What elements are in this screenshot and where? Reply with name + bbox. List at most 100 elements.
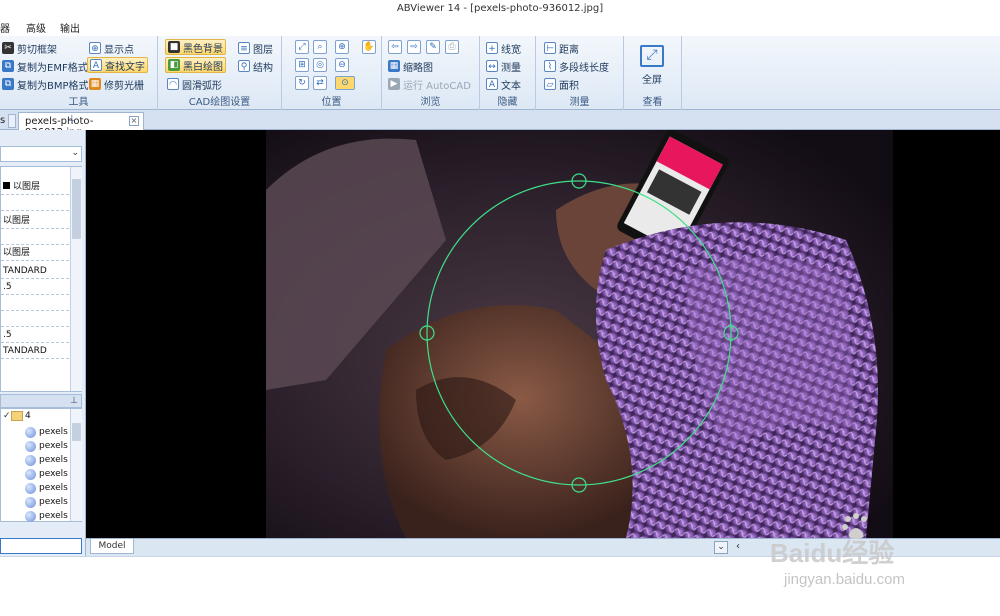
tree-item[interactable]: pexels bbox=[25, 467, 68, 481]
clip-frame-button[interactable]: ✂ 剪切框架 bbox=[2, 40, 57, 56]
tree-item[interactable]: pexels bbox=[25, 509, 68, 523]
bottom-input[interactable] bbox=[0, 538, 82, 554]
properties-grid: 以图层 以图层 以图层 TANDARD .5 .5 TANDARD bbox=[0, 166, 82, 392]
group-measure-title: 测量 bbox=[569, 97, 590, 108]
rotate-icon[interactable]: ↻ bbox=[295, 76, 309, 90]
status-bar: Baidu经验 jingyan.baidu.com bbox=[0, 513, 1000, 616]
tab-strip: s pexels-photo-936012.jpg × ⊥ bbox=[0, 110, 1000, 138]
zoom-out-icon[interactable]: ⊖ bbox=[335, 58, 349, 72]
smooth-arc-button[interactable]: ◠ 圆滑弧形 bbox=[167, 76, 222, 92]
zoom-in-icon[interactable]: ⊕ bbox=[335, 40, 349, 54]
property-row[interactable]: 以图层 bbox=[1, 213, 69, 229]
scroll-thumb[interactable] bbox=[72, 179, 81, 239]
property-row[interactable]: TANDARD bbox=[1, 263, 69, 279]
edit-icon[interactable]: ✎ bbox=[426, 40, 440, 54]
trim-raster-button[interactable]: ▦ 修剪光栅 bbox=[89, 76, 144, 92]
group-browse-title: 浏览 bbox=[420, 97, 441, 108]
center-icon[interactable]: ◎ bbox=[313, 58, 327, 72]
tree-item[interactable]: pexels bbox=[25, 481, 68, 495]
property-row[interactable] bbox=[1, 195, 69, 211]
chevron-down-icon: ⌄ bbox=[71, 148, 79, 158]
menu-item-advanced[interactable]: 高级 bbox=[26, 20, 46, 35]
menu-bar: 器 高级 输出 bbox=[0, 18, 1000, 36]
ribbon: ✂ 剪切框架 ⧉ 复制为EMF格式 ⧉ 复制为BMP格式 ⊕ 显示点 A 查找文字 ▦ 修剪… bbox=[0, 36, 1000, 110]
scroll-thumb[interactable] bbox=[72, 423, 81, 441]
drawing-canvas[interactable] bbox=[86, 130, 1000, 538]
fullscreen-label[interactable]: 全屏 bbox=[624, 71, 680, 86]
tree-expand-icon[interactable]: ✓ bbox=[3, 411, 11, 421]
tree-item[interactable]: pexels bbox=[25, 495, 68, 509]
black-bg-label: 黑色背景 bbox=[183, 43, 223, 55]
tree-item-label: pexels bbox=[39, 455, 68, 465]
property-row[interactable]: .5 bbox=[1, 279, 69, 295]
property-row[interactable]: .5 bbox=[1, 327, 69, 343]
mirror-icon[interactable]: ⇄ bbox=[313, 76, 327, 90]
thumbnails-button[interactable]: ▦ 缩略图 bbox=[388, 58, 433, 74]
find-text-button[interactable]: A 查找文字 bbox=[87, 57, 148, 73]
model-tab[interactable]: Model bbox=[90, 539, 134, 554]
run-autocad-label: 运行 AutoCAD bbox=[403, 80, 471, 92]
properties-scrollbar[interactable] bbox=[70, 167, 82, 391]
structure-icon: ⚲ bbox=[238, 60, 250, 72]
bw-label: 黑白绘图 bbox=[183, 61, 223, 73]
polyline-length-button[interactable]: ⌇ 多段线长度 bbox=[544, 58, 609, 74]
polyline-length-label: 多段线长度 bbox=[559, 62, 609, 74]
property-value: 以图层 bbox=[13, 182, 41, 192]
zoom-tool-icon[interactable]: ⊙ bbox=[335, 76, 355, 90]
pin-icon[interactable]: ⊥ bbox=[70, 396, 78, 406]
copy-emf-button[interactable]: ⧉ 复制为EMF格式 bbox=[2, 58, 88, 74]
image-file-icon bbox=[25, 510, 36, 522]
fit-icon[interactable]: ⤢ bbox=[295, 40, 309, 54]
structure-button[interactable]: ⚲ 结构 bbox=[238, 58, 273, 74]
layers-button[interactable]: ≡ 图层 bbox=[238, 40, 273, 56]
chevron-down-icon[interactable]: ⌄ bbox=[714, 541, 728, 554]
image-file-icon bbox=[25, 482, 36, 494]
text-toggle-button[interactable]: A 文本 bbox=[486, 76, 521, 92]
line-width-button[interactable]: + 线宽 bbox=[486, 40, 521, 56]
property-row[interactable] bbox=[1, 311, 69, 327]
zoom-rect-icon[interactable]: ⌕ bbox=[313, 40, 327, 54]
tree-scrollbar[interactable] bbox=[70, 409, 82, 521]
property-row[interactable]: TANDARD bbox=[1, 343, 69, 359]
document-tab[interactable]: pexels-photo-936012.jpg × bbox=[18, 112, 144, 138]
area-button[interactable]: ▱ 面积 bbox=[544, 76, 579, 92]
tree-item[interactable]: pexels bbox=[25, 439, 68, 453]
pin-icon[interactable]: ⊥ bbox=[68, 114, 76, 124]
show-points-button[interactable]: ⊕ 显示点 bbox=[89, 40, 134, 56]
menu-item-view[interactable]: 器 bbox=[0, 20, 10, 35]
tree-item[interactable]: pexels bbox=[25, 425, 68, 439]
copy-bmp-button[interactable]: ⧉ 复制为BMP格式 bbox=[2, 76, 89, 92]
black-bg-icon: ■ bbox=[168, 41, 180, 53]
property-row[interactable] bbox=[1, 229, 69, 245]
tree-item[interactable]: pexels bbox=[25, 453, 68, 467]
distance-button[interactable]: ⊢ 距离 bbox=[544, 40, 579, 56]
property-row[interactable]: 以图层 bbox=[1, 245, 69, 261]
extents-icon[interactable]: ⊞ bbox=[295, 58, 309, 72]
group-hide: + 线宽 ↔ 测量 A 文本 隐藏 bbox=[480, 36, 536, 110]
layers-label: 图层 bbox=[253, 44, 273, 56]
line-width-icon: + bbox=[486, 42, 498, 54]
thumbnails-icon: ▦ bbox=[388, 60, 400, 72]
black-background-button[interactable]: ■ 黑色背景 bbox=[165, 39, 226, 55]
left-panel-tab[interactable]: s bbox=[0, 115, 5, 126]
property-row[interactable]: 以图层 bbox=[1, 179, 69, 195]
tree-item-label: pexels bbox=[39, 469, 68, 479]
fullscreen-icon[interactable]: ⤢ bbox=[640, 45, 664, 67]
property-row[interactable] bbox=[1, 295, 69, 311]
scroll-left-icon[interactable]: ‹ bbox=[736, 541, 740, 552]
layer-dropdown[interactable]: ⌄ bbox=[0, 146, 82, 162]
close-tab-icon[interactable]: × bbox=[129, 116, 139, 126]
run-autocad-button[interactable]: ▶ 运行 AutoCAD bbox=[388, 76, 471, 92]
image-file-icon bbox=[25, 440, 36, 452]
arrow-right-icon[interactable]: ⇨ bbox=[407, 40, 421, 54]
menu-item-output[interactable]: 输出 bbox=[60, 20, 80, 35]
arrow-left-icon[interactable]: ⇦ bbox=[388, 40, 402, 54]
print-icon[interactable]: ⎙ bbox=[445, 40, 459, 54]
group-tools-title: 工具 bbox=[68, 97, 89, 108]
tree-root-label[interactable]: 4 bbox=[25, 411, 31, 421]
black-white-button[interactable]: ◧ 黑白绘图 bbox=[165, 57, 226, 73]
group-view-title: 查看 bbox=[642, 97, 663, 108]
panel-separator bbox=[8, 114, 16, 128]
measure-toggle-button[interactable]: ↔ 测量 bbox=[486, 58, 521, 74]
pan-hand-icon[interactable]: ✋ bbox=[362, 40, 376, 54]
